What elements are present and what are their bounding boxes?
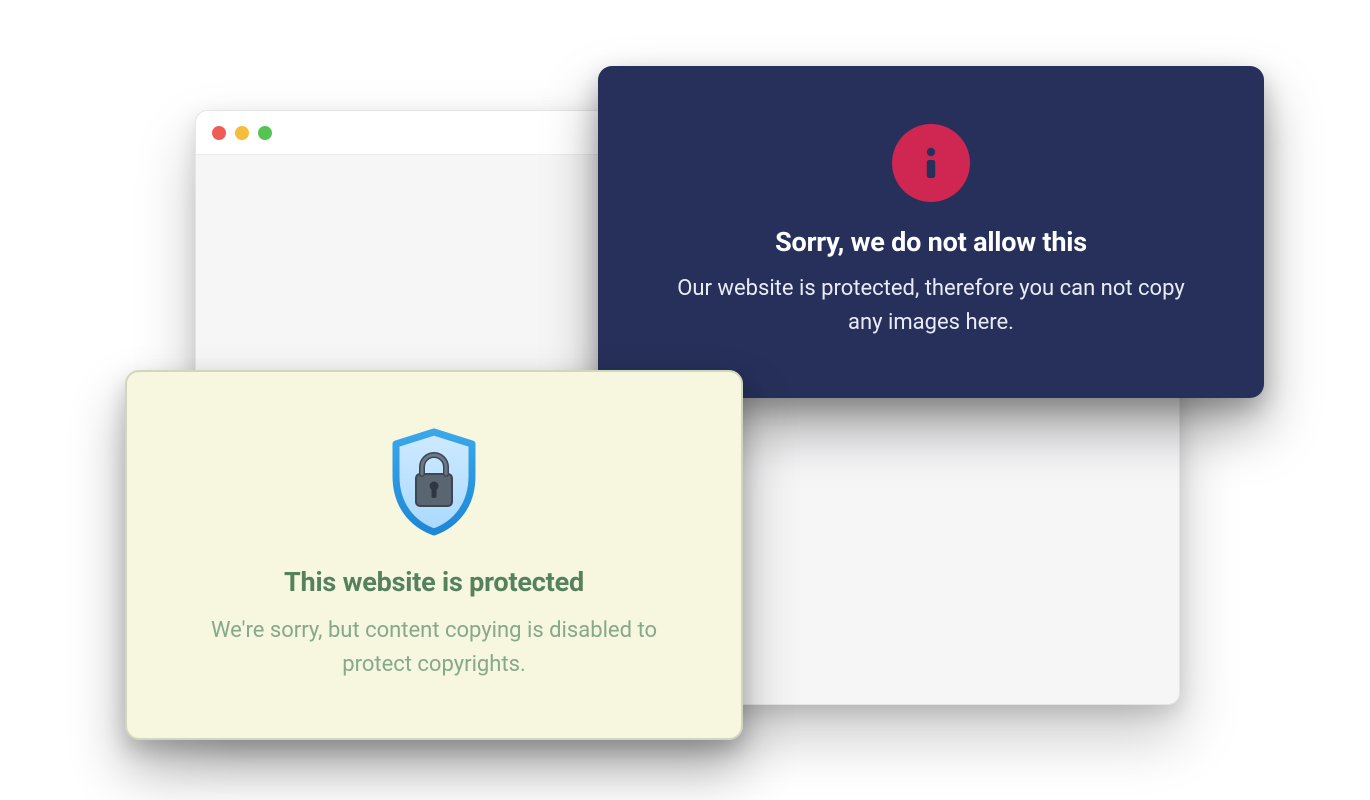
window-maximize-icon[interactable]	[258, 126, 272, 140]
popup-not-allowed-title: Sorry, we do not allow this	[775, 226, 1087, 258]
popup-not-allowed-body: Our website is protected, therefore you …	[661, 272, 1201, 340]
info-icon	[892, 124, 970, 202]
window-minimize-icon[interactable]	[235, 126, 249, 140]
popup-protected-body: We're sorry, but content copying is disa…	[194, 614, 674, 682]
window-close-icon[interactable]	[212, 126, 226, 140]
shield-lock-icon	[386, 428, 482, 540]
popup-not-allowed: Sorry, we do not allow this Our website …	[598, 66, 1264, 398]
popup-protected: This website is protected We're sorry, b…	[125, 370, 743, 740]
popup-protected-title: This website is protected	[284, 566, 584, 598]
